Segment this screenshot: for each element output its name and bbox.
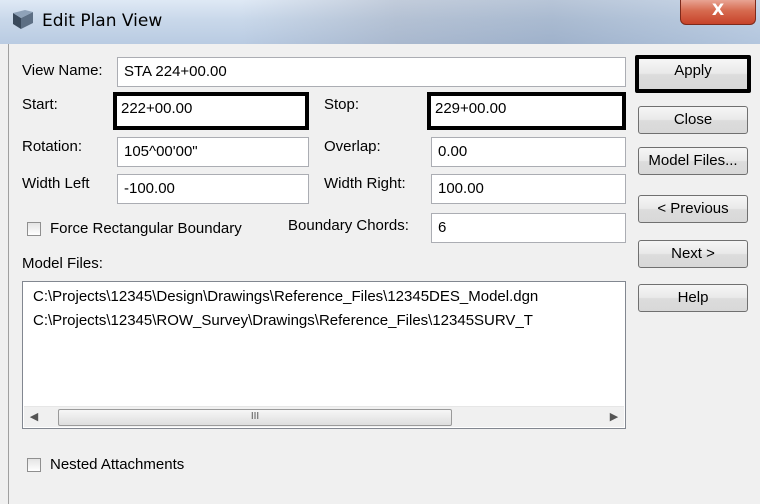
force-rectangular-boundary-checkbox[interactable] (27, 222, 41, 236)
view-name-label: View Name: (22, 62, 103, 79)
force-rectangular-boundary-label: Force Rectangular Boundary (50, 220, 242, 237)
edit-plan-view-dialog: Edit Plan View X View Name: STA 224+00.0… (0, 0, 760, 504)
plan-view-app-icon (13, 10, 33, 29)
view-name-input[interactable]: STA 224+00.00 (117, 57, 626, 87)
boundary-chords-input[interactable]: 6 (431, 213, 626, 243)
list-item[interactable]: C:\Projects\12345\ROW_Survey\Drawings\Re… (33, 312, 533, 329)
start-label: Start: (22, 96, 58, 113)
model-files-list[interactable]: C:\Projects\12345\Design\Drawings\Refere… (22, 281, 626, 429)
rotation-input[interactable]: 105^00'00" (117, 137, 309, 167)
apply-button[interactable]: Apply (635, 55, 751, 93)
list-item[interactable]: C:\Projects\12345\Design\Drawings\Refere… (33, 288, 538, 305)
model-files-label: Model Files: (22, 255, 103, 272)
scroll-right-arrow-icon[interactable]: ▶ (604, 407, 624, 427)
close-window-button[interactable]: X (680, 0, 756, 25)
scroll-left-arrow-icon[interactable]: ◀ (24, 407, 44, 427)
nested-attachments-label: Nested Attachments (50, 456, 185, 473)
previous-button[interactable]: < Previous (638, 195, 748, 223)
scrollbar-thumb[interactable]: III (58, 409, 452, 426)
nested-attachments-checkbox[interactable] (27, 458, 41, 472)
model-files-button[interactable]: Model Files... (638, 147, 748, 175)
overlap-label: Overlap: (324, 138, 381, 155)
rotation-label: Rotation: (22, 138, 83, 155)
width-left-label: Width Left (22, 175, 90, 192)
width-left-input[interactable]: -100.00 (117, 174, 309, 204)
next-button[interactable]: Next > (638, 240, 748, 268)
width-right-input[interactable]: 100.00 (431, 174, 626, 204)
width-right-label: Width Right: (324, 175, 406, 192)
title-bar[interactable]: Edit Plan View X (0, 0, 760, 44)
stop-label: Stop: (324, 96, 360, 113)
stop-station-input[interactable]: 229+00.00 (427, 92, 626, 130)
start-station-input[interactable]: 222+00.00 (113, 92, 309, 130)
close-icon: X (711, 0, 725, 19)
overlap-input[interactable]: 0.00 (431, 137, 626, 167)
boundary-chords-label: Boundary Chords: (288, 217, 409, 234)
help-button[interactable]: Help (638, 284, 748, 312)
window-title: Edit Plan View (42, 11, 163, 31)
horizontal-scrollbar[interactable]: ◀ III ▶ (24, 406, 624, 427)
scroll-grip-icon: III (250, 411, 260, 422)
close-button[interactable]: Close (638, 106, 748, 134)
